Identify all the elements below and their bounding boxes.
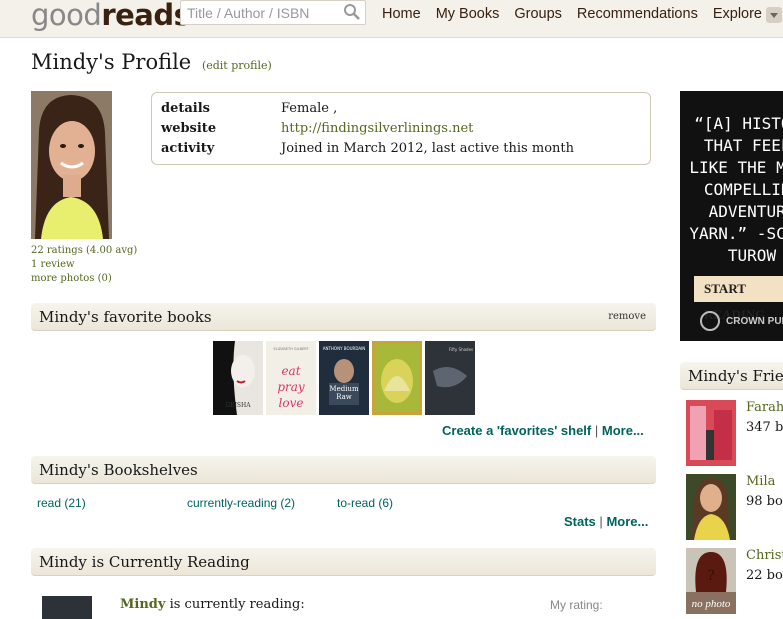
bookshelves-more-link[interactable]: More... <box>606 514 648 529</box>
nav-home[interactable]: Home <box>382 6 421 22</box>
nav-explore-label: Explore <box>712 6 762 22</box>
ad-publisher: CROWN PUBLISHERS <box>700 311 783 331</box>
details-row: details Female , <box>161 98 641 118</box>
friend-name-link[interactable]: Farah <box>746 400 783 415</box>
details-label: details <box>161 100 210 116</box>
currently-reading-title: Mindy is Currently Reading <box>39 553 250 571</box>
profile-stats: 22 ratings (4.00 avg) 1 review more phot… <box>31 244 137 286</box>
goodreads-logo[interactable]: goodreads <box>31 0 191 32</box>
currently-reading-label: is currently reading: <box>169 597 305 612</box>
book-cover-yellow[interactable] <box>372 341 422 415</box>
currently-reading-header: Mindy is Currently Reading <box>31 548 656 576</box>
shelf-read[interactable]: read (21) <box>37 496 86 510</box>
shelf-to-read[interactable]: to-read (6) <box>337 496 393 510</box>
friend-name-link[interactable]: Mila <box>746 474 775 489</box>
stats-link[interactable]: Stats <box>564 514 596 529</box>
nav-recommendations[interactable]: Recommendations <box>577 6 698 22</box>
my-rating-label: My rating: <box>550 598 603 612</box>
bookshelves-links: Stats | More... <box>564 514 648 529</box>
friend-book-count: 98 books <box>746 494 783 509</box>
friends-title: Mindy's Friends <box>688 367 783 385</box>
book-cover-image: ELIZABETH GILBERT eat pray love <box>266 341 316 415</box>
activity-value: Joined in March 2012, last active this m… <box>281 140 574 156</box>
friend-book-count: 22 books <box>746 568 783 583</box>
friends-header: Mindy's Friends <box>680 362 783 390</box>
nav-groups[interactable]: Groups <box>514 6 562 22</box>
website-link[interactable]: http://findingsilverlinings.net <box>281 121 473 136</box>
main-nav: Home My Books Groups Recommendations Exp… <box>382 6 783 23</box>
edit-profile-link[interactable]: (edit profile) <box>202 59 272 72</box>
avatar[interactable] <box>31 91 112 239</box>
website-label: website <box>161 120 217 136</box>
crown-logo-icon <box>700 311 720 331</box>
book-advertisement[interactable]: “[A] HISTORY THAT FEELS LIKE THE MOST CO… <box>680 91 783 341</box>
reviews-link[interactable]: 1 review <box>31 258 137 272</box>
favorites-more-link[interactable]: More... <box>602 423 644 438</box>
details-value: Female , <box>281 100 338 116</box>
svg-text:?: ? <box>707 568 715 584</box>
activity-label: activity <box>161 140 215 156</box>
avatar-photo <box>31 91 112 239</box>
book-cover-image <box>372 341 422 415</box>
nav-my-books[interactable]: My Books <box>436 6 500 22</box>
svg-text:Medium: Medium <box>329 385 359 393</box>
start-reading-button[interactable]: START READING <box>694 276 783 322</box>
book-cover-eat-pray-love[interactable]: ELIZABETH GILBERT eat pray love <box>266 341 316 415</box>
site-header: goodreads Home My Books Groups Recommend… <box>0 0 783 38</box>
search-input[interactable] <box>181 1 331 24</box>
create-favorites-shelf-link[interactable]: Create a 'favorites' shelf <box>442 423 591 438</box>
logo-reads: reads <box>101 0 191 32</box>
book-author-bourdain: ANTHONY BOURDAIN <box>323 346 365 351</box>
book-author-gilbert: ELIZABETH GILBERT <box>273 347 309 351</box>
book-cover-image: GEISHA <box>213 341 263 415</box>
svg-text:eat: eat <box>281 364 300 378</box>
page-title: Mindy's Profile (edit profile) <box>31 50 272 74</box>
nav-explore[interactable]: Explore <box>712 6 782 23</box>
ad-quote: “[A] HISTORY THAT FEELS LIKE THE MOST CO… <box>689 114 783 265</box>
reader-name-link[interactable]: Mindy <box>120 597 165 612</box>
favorites-links: Create a 'favorites' shelf | More... <box>442 423 644 438</box>
bookshelves-title: Mindy's Bookshelves <box>39 461 198 479</box>
friend-avatar[interactable]: ? no photo <box>686 548 736 614</box>
svg-text:Raw: Raw <box>336 393 352 401</box>
separator: | <box>594 423 599 438</box>
chevron-down-icon[interactable] <box>766 7 782 23</box>
book-cover-image: ANTHONY BOURDAIN Medium Raw <box>319 341 369 415</box>
profile-details: details Female , website http://findings… <box>151 92 651 165</box>
activity-row: activity Joined in March 2012, last acti… <box>161 138 641 158</box>
book-title-geisha: GEISHA <box>225 402 251 409</box>
search-box <box>180 0 366 25</box>
separator: | <box>599 514 603 529</box>
favorite-books-header: Mindy's favorite books remove <box>31 303 656 331</box>
friend-photo <box>686 400 736 466</box>
search-icon[interactable] <box>343 3 361 21</box>
remove-link[interactable]: remove <box>608 303 646 331</box>
no-photo-label: no photo <box>691 598 731 610</box>
svg-text:love: love <box>279 396 304 410</box>
bookshelves-header: Mindy's Bookshelves <box>31 456 656 484</box>
page-title-text: Mindy's Profile <box>31 50 192 74</box>
book-cover-medium-raw[interactable]: ANTHONY BOURDAIN Medium Raw <box>319 341 369 415</box>
book-cover-fifty-shades[interactable]: Fifty Shades <box>425 341 475 415</box>
book-cover-image: Fifty Shades <box>425 341 475 415</box>
friend-book-count: 347 books <box>746 420 783 435</box>
svg-text:pray: pray <box>277 380 305 394</box>
friend-name-link[interactable]: Christ <box>746 548 783 563</box>
logo-good: good <box>31 0 102 32</box>
friend-photo <box>686 474 736 540</box>
shelf-currently-reading[interactable]: currently-reading (2) <box>187 496 295 510</box>
currently-reading-text: Mindy is currently reading: <box>120 597 305 612</box>
friend-avatar[interactable] <box>686 474 736 540</box>
favorite-books-title: Mindy's favorite books <box>39 308 212 326</box>
book-title-fifty-shades: Fifty Shades <box>449 347 473 352</box>
current-book-cover[interactable] <box>42 596 92 619</box>
publisher-name: CROWN PUBLISHERS <box>726 315 783 327</box>
book-cover-geisha[interactable]: GEISHA <box>213 341 263 415</box>
ratings-link[interactable]: 22 ratings (4.00 avg) <box>31 244 137 258</box>
more-photos-link[interactable]: more photos (0) <box>31 272 137 286</box>
favorite-books-list: GEISHA ELIZABETH GILBERT eat pray love A… <box>213 341 478 415</box>
website-row: website http://findingsilverlinings.net <box>161 118 641 138</box>
friend-avatar[interactable] <box>686 400 736 466</box>
